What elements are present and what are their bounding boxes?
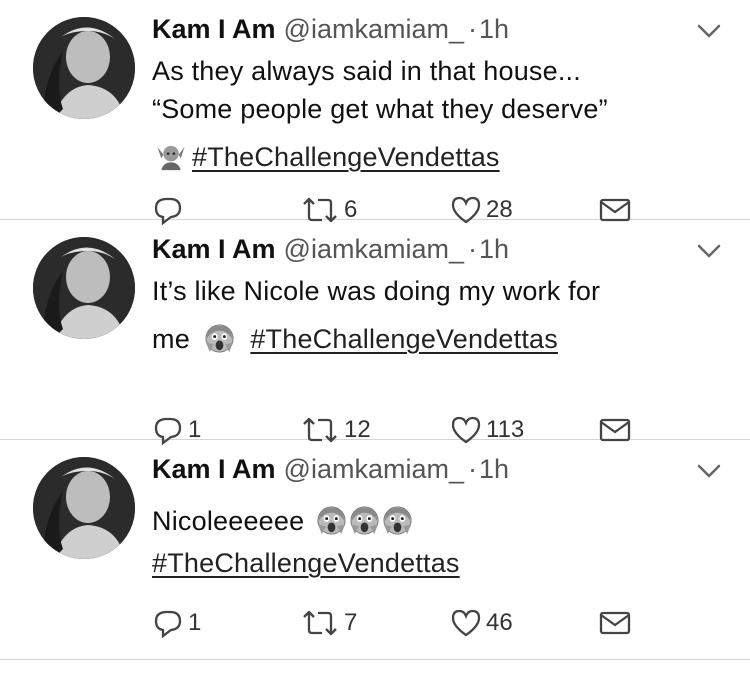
reply-button[interactable]: 1 (152, 608, 201, 638)
timestamp[interactable]: 1h (479, 454, 509, 484)
hashtag-link[interactable]: #TheChallengeVendettas (192, 142, 500, 172)
tweet-header: Kam I Am @iamkamiam_ ·1h (152, 232, 509, 266)
tweet-text-line: As they always said in that house... (152, 56, 581, 86)
tweet-actions: 1 7 46 (152, 608, 692, 648)
timestamp[interactable]: 1h (479, 14, 509, 44)
tweet-text-line: me (152, 324, 190, 354)
avatar[interactable] (33, 457, 135, 559)
tweet-text: As they always said in that house... “So… (152, 52, 712, 176)
like-count: 46 (486, 609, 513, 636)
tweet-1[interactable]: Kam I Am @iamkamiam_ ·1h As they always sa… (0, 0, 750, 225)
heart-icon (451, 609, 481, 637)
user-name[interactable]: Kam I Am (152, 234, 276, 264)
user-name[interactable]: Kam I Am (152, 454, 276, 484)
man-gesturing-emoji (157, 145, 185, 171)
tweet-text: It’s like Nicole was doing my work for m… (152, 272, 712, 358)
chevron-down-icon[interactable] (696, 462, 722, 480)
like-button[interactable]: 46 (450, 608, 513, 638)
separator-dot: · (467, 234, 477, 264)
retweet-button[interactable]: 7 (300, 608, 357, 638)
screaming-face-emoji (383, 506, 412, 535)
tweet-text-line: Nicoleeeeee (152, 506, 305, 536)
user-handle[interactable]: @iamkamiam_ (284, 14, 464, 44)
screaming-face-emoji (317, 506, 346, 535)
tweet-3[interactable]: Kam I Am @iamkamiam_ ·1h Nicoleeeeee #Th… (0, 440, 750, 660)
screaming-face-emoji (350, 506, 379, 535)
retweet-icon (303, 610, 337, 636)
envelope-icon (599, 611, 631, 635)
tweet-header: Kam I Am @iamkamiam_ ·1h (152, 452, 509, 486)
tweet-text-line: “Some people get what they deserve” (152, 94, 608, 124)
screaming-face-emoji (205, 324, 234, 353)
retweet-count: 7 (344, 609, 358, 636)
avatar[interactable] (33, 17, 135, 119)
tweet-text: Nicoleeeeee #TheChallengeVendettas (152, 492, 712, 582)
hashtag-link[interactable]: #TheChallengeVendettas (250, 324, 558, 354)
tweet-header: Kam I Am @iamkamiam_ ·1h (152, 12, 509, 46)
chevron-down-icon[interactable] (696, 22, 722, 40)
reply-icon (154, 610, 182, 638)
reply-count: 1 (188, 609, 202, 636)
hashtag-link[interactable]: #TheChallengeVendettas (152, 548, 460, 578)
tweet-2[interactable]: Kam I Am @iamkamiam_ ·1h It’s like Nicole … (0, 220, 750, 445)
avatar[interactable] (33, 237, 135, 339)
chevron-down-icon[interactable] (696, 242, 722, 260)
direct-message-button[interactable] (598, 608, 632, 638)
separator-dot: · (467, 14, 477, 44)
separator-dot: · (467, 454, 477, 484)
user-handle[interactable]: @iamkamiam_ (284, 454, 464, 484)
user-name[interactable]: Kam I Am (152, 14, 276, 44)
user-handle[interactable]: @iamkamiam_ (284, 234, 464, 264)
timestamp[interactable]: 1h (479, 234, 509, 264)
tweet-text-line: It’s like Nicole was doing my work for (152, 276, 601, 306)
